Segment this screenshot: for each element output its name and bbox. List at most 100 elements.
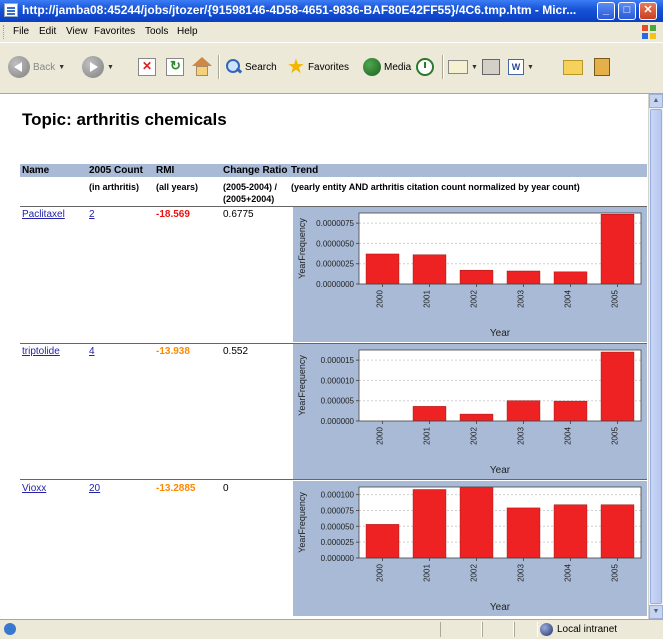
refresh-icon [166,58,184,76]
windows-logo-icon [642,25,656,39]
y-tick-label: 0.000010 [321,376,355,385]
menu-view[interactable]: View [66,26,88,37]
x-tick-label: 2003 [517,290,526,308]
status-pane [514,622,538,637]
y-tick-label: 0.0000025 [316,260,354,269]
close-button[interactable]: ✕ [639,2,657,20]
menu-file[interactable]: File [13,26,29,37]
subheader-change-2: (2005+2004) [223,194,275,204]
media-label: Media [384,61,412,73]
folder-button[interactable] [563,53,583,81]
x-tick-label: 2003 [517,427,526,445]
favorites-star-icon: ★ [287,56,305,78]
refresh-button[interactable] [166,53,184,81]
trend-chart-vioxx: 0.000000 0.000025 0.000050 0.000075 0.000100… [293,481,647,616]
x-tick-label: 2000 [376,290,385,308]
bar-2000 [365,524,400,559]
back-button[interactable]: Back ▼ [8,53,65,81]
entity-link-triptolide[interactable]: triptolide [22,346,60,357]
toolbar-separator [218,55,219,79]
trend-chart-triptolide: 0.000000 0.000005 0.000010 0.000015 2000 2001… [293,344,647,479]
menu-favorites[interactable]: Favorites [94,26,135,37]
x-tick-label: 2001 [423,290,432,308]
menu-grip [3,25,6,39]
back-dropdown-icon[interactable]: ▼ [58,64,65,71]
subheader-trend: (yearly entity AND arthritis citation co… [291,182,580,192]
status-bar: Local intranet [0,619,663,639]
count-link-vioxx[interactable]: 20 [89,483,100,494]
bar-2003 [506,507,541,559]
menu-edit[interactable]: Edit [39,26,56,37]
y-tick-label: 0.000050 [321,522,355,531]
subheader-change-1: (2005-2004) / [223,182,278,192]
count-link-paclitaxel[interactable]: 2 [89,209,95,220]
x-tick-label: 2004 [564,564,573,582]
x-tick-label: 2002 [470,564,479,582]
bar-2000 [365,253,400,285]
maximize-button[interactable]: □ [618,2,636,20]
home-button[interactable] [192,53,212,81]
page-status-icon [4,623,16,635]
y-tick-label: 0.000015 [321,356,355,365]
change-ratio-vioxx: 0 [223,483,229,494]
menu-tools[interactable]: Tools [145,26,168,37]
x-tick-label: 2005 [611,290,620,308]
messenger-button[interactable] [594,53,610,81]
x-tick-label: 2000 [376,427,385,445]
stop-button[interactable] [138,53,156,81]
x-tick-label: 2004 [564,427,573,445]
mail-dropdown-icon[interactable]: ▼ [471,64,478,71]
trend-bar-chart: 0.0000000 0.0000025 0.0000050 0.0000075 2000… [297,212,642,339]
count-link-triptolide[interactable]: 4 [89,346,95,357]
entity-link-paclitaxel[interactable]: Paclitaxel [22,209,65,220]
vertical-scrollbar[interactable]: ▲ ▼ [648,94,663,619]
scroll-up-icon[interactable]: ▲ [649,94,663,108]
bar-2005 [600,213,635,285]
change-ratio-triptolide: 0.552 [223,346,249,357]
header-count: 2005 Count [89,165,143,176]
forward-button[interactable]: ▼ [82,53,114,81]
header-rmi: RMI [156,165,175,176]
y-tick-label: 0.000075 [321,506,355,515]
edit-word-button[interactable]: W ▼ [508,53,534,81]
media-button[interactable]: Media [363,53,411,81]
minimize-button[interactable]: _ [597,2,615,20]
bar-2005 [600,351,635,422]
subheader-rmi: (all years) [156,182,199,192]
mail-button[interactable]: ▼ [448,53,478,81]
bar-2002 [459,487,494,559]
messenger-icon [594,58,610,76]
search-button[interactable]: Search [226,53,277,81]
forward-dropdown-icon[interactable]: ▼ [107,64,114,71]
y-axis-label: YearFrequency [297,492,307,553]
favorites-button[interactable]: ★ Favorites [287,53,349,81]
y-tick-label: 0.000025 [321,538,355,547]
plot-area [359,350,641,421]
ie-page-icon [4,3,18,17]
bar-2005 [600,504,635,559]
stop-icon [138,58,156,76]
bar-2003 [506,270,541,285]
trend-bar-chart: 0.000000 0.000005 0.000010 0.000015 2000 2001… [297,349,642,476]
edit-dropdown-icon[interactable]: ▼ [527,64,534,71]
rmi-value-paclitaxel: -18.569 [156,209,190,220]
x-tick-label: 2004 [564,290,573,308]
back-arrow-icon [8,56,30,78]
toolbar: Back ▼ ▼ Search ★ Favorites Media ▼ W ▼ [0,43,663,94]
row-divider [20,479,647,480]
menu-help[interactable]: Help [177,26,198,37]
back-label: Back [33,61,56,73]
zone-label: Local intranet [557,624,618,635]
header-name: Name [22,165,50,176]
print-button[interactable] [482,53,500,81]
rmi-value-vioxx: -13.2885 [156,483,196,494]
scroll-down-icon[interactable]: ▼ [649,605,663,619]
history-button[interactable] [416,53,434,81]
scroll-thumb[interactable] [650,109,662,604]
menu-bar: File Edit View Favorites Tools Help [0,22,663,43]
x-tick-label: 2003 [517,564,526,582]
y-tick-label: 0.000100 [321,491,355,500]
y-tick-label: 0.000000 [321,417,355,426]
status-pane [482,622,514,637]
entity-link-vioxx[interactable]: Vioxx [22,483,46,494]
